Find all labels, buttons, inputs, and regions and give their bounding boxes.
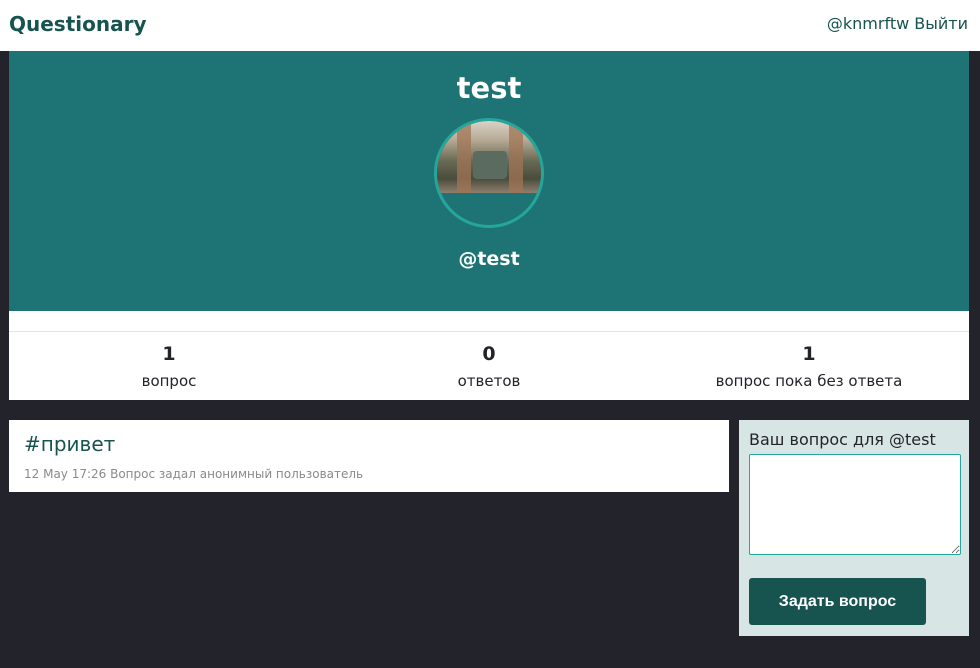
stat-unanswered-label: вопрос пока без ответа: [715, 372, 903, 390]
ask-question-form: Ваш вопрос для @test Задать вопрос: [739, 420, 969, 636]
question-text[interactable]: #привет: [24, 432, 115, 456]
profile-stats: 1 вопрос 0 ответов 1 вопрос пока без отв…: [9, 332, 969, 400]
stat-answers-value: 0: [482, 343, 496, 365]
profile-name: test: [456, 71, 522, 105]
avatar: [434, 118, 544, 228]
avatar-image: [437, 121, 541, 193]
brand-logo-link[interactable]: Questionary: [9, 12, 147, 36]
stats-divider: [9, 311, 969, 332]
profile-handle: @test: [458, 248, 520, 270]
stat-questions-label: вопрос: [141, 372, 197, 390]
question-textarea[interactable]: [749, 454, 961, 555]
ask-question-label: Ваш вопрос для @test: [749, 430, 936, 449]
profile-header: test @test: [9, 51, 969, 311]
logout-link[interactable]: Выйти: [914, 14, 968, 33]
stat-unanswered-value: 1: [802, 343, 816, 365]
current-user-link[interactable]: @knmrftw: [827, 14, 909, 33]
stat-answers-label: ответов: [457, 372, 521, 390]
top-navbar: Questionary @knmrftw Выйти: [0, 0, 980, 51]
user-nav: @knmrftw Выйти: [827, 14, 968, 33]
question-card: #привет 12 May 17:26 Вопрос задал аноним…: [9, 420, 729, 492]
stat-questions-value: 1: [162, 343, 176, 365]
ask-question-button[interactable]: Задать вопрос: [749, 578, 926, 625]
question-meta: 12 May 17:26 Вопрос задал анонимный поль…: [24, 467, 364, 481]
